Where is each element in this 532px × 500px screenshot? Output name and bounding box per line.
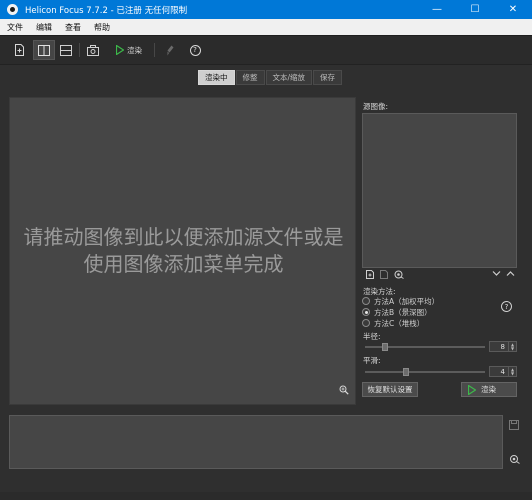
method-a-radio[interactable] (362, 297, 370, 305)
zoom-icon[interactable] (339, 385, 349, 397)
smoothing-label: 平滑: (363, 356, 381, 365)
method-b-label: 方法B（景深图） (374, 307, 432, 317)
close-button[interactable]: ✕ (494, 0, 532, 19)
tab-rendering[interactable]: 渲染中 (198, 70, 235, 85)
window-controls: — ☐ ✕ (418, 0, 532, 19)
method-c-radio[interactable] (362, 319, 370, 327)
help-icon: ? (189, 44, 201, 56)
save-log-icon[interactable] (509, 420, 519, 432)
smoothing-spinbox[interactable]: 4 ▲ ▼ (489, 366, 517, 377)
tab-save[interactable]: 保存 (313, 70, 343, 85)
window-title: Helicon Focus 7.7.2 - 已注册 无任何限制 (25, 5, 188, 16)
open-file-icon (14, 44, 24, 56)
retouch-brush-button[interactable] (161, 40, 179, 60)
output-log[interactable] (9, 415, 503, 469)
toolbar-render-label: 渲染 (127, 45, 142, 55)
method-a-label: 方法A（加权平均） (374, 296, 440, 306)
render-button[interactable]: 渲染 (461, 382, 517, 397)
add-image-icon[interactable] (366, 270, 374, 281)
menu-bar: 文件 编辑 查看 帮助 (0, 19, 532, 36)
radius-value: 8 (500, 342, 505, 351)
stacked-layout-icon (60, 44, 72, 56)
smoothing-slider-handle[interactable] (403, 368, 409, 376)
render-play-icon (116, 45, 124, 55)
smoothing-slider-track (365, 371, 485, 373)
method-c-option[interactable]: 方法C（堆栈） (362, 318, 424, 328)
radius-stepper-arrows[interactable]: ▲ ▼ (508, 342, 516, 351)
maximize-button[interactable]: ☐ (456, 0, 494, 19)
camera-button[interactable] (83, 40, 103, 60)
method-a-option[interactable]: 方法A（加权平均） (362, 296, 439, 306)
camera-icon (87, 44, 99, 56)
layout-stacked-button[interactable] (56, 40, 76, 60)
method-help-icon[interactable]: ? (501, 301, 512, 312)
menu-view[interactable]: 查看 (59, 22, 87, 33)
radius-label: 半径: (363, 332, 381, 341)
menu-file[interactable]: 文件 (1, 22, 29, 33)
source-images-toolbar (362, 270, 517, 281)
tab-text-scale[interactable]: 文本/缩放 (265, 70, 313, 85)
menu-help[interactable]: 帮助 (88, 22, 116, 33)
toolbar-divider (154, 43, 155, 57)
toolbar: 渲染 ? (0, 36, 532, 65)
smoothing-value: 4 (500, 367, 505, 376)
image-viewer[interactable]: 请推动图像到此以便添加源文件或是使用图像添加菜单完成 (9, 97, 356, 405)
radius-slider-handle[interactable] (382, 343, 388, 351)
open-file-button[interactable] (9, 40, 29, 60)
title-bar: Helicon Focus 7.7.2 - 已注册 无任何限制 — ☐ ✕ (0, 0, 532, 19)
menu-edit[interactable]: 编辑 (30, 22, 58, 33)
smoothing-stepper-arrows[interactable]: ▲ ▼ (508, 367, 516, 376)
reset-defaults-label: 恢复默认设置 (367, 385, 413, 394)
chevron-down-icon[interactable] (492, 270, 501, 279)
drop-hint: 请推动图像到此以便添加源文件或是使用图像添加菜单完成 (23, 225, 344, 276)
help-toolbar-button[interactable]: ? (186, 40, 204, 60)
mode-tabs: 渲染中 修整 文本/缩放 保存 (198, 70, 343, 85)
method-b-option[interactable]: 方法B（景深图） (362, 307, 432, 317)
render-button-label: 渲染 (481, 385, 496, 394)
status-bar (0, 492, 532, 500)
two-panel-layout-icon (38, 44, 50, 56)
method-c-label: 方法C（堆栈） (374, 318, 425, 328)
toolbar-render-button[interactable]: 渲染 (111, 40, 147, 60)
log-settings-icon[interactable] (509, 454, 520, 466)
reset-defaults-button[interactable]: 恢复默认设置 (362, 382, 418, 397)
image-settings-icon[interactable] (394, 270, 404, 281)
brush-icon (167, 45, 174, 55)
toolbar-divider (79, 43, 80, 57)
tab-retouching[interactable]: 修整 (235, 70, 265, 85)
remove-image-icon[interactable] (380, 270, 388, 281)
minimize-button[interactable]: — (418, 0, 456, 19)
radius-slider[interactable] (365, 342, 485, 352)
render-play-icon (468, 384, 476, 395)
method-b-radio[interactable] (362, 308, 370, 316)
layout-two-panel-button[interactable] (33, 40, 55, 60)
radius-spinbox[interactable]: 8 ▲ ▼ (489, 341, 517, 352)
source-images-list[interactable] (362, 113, 517, 268)
chevron-up-icon[interactable] (506, 270, 515, 279)
app-logo-icon (7, 4, 18, 15)
smoothing-slider[interactable] (365, 367, 485, 377)
source-images-label: 源图像: (363, 102, 389, 111)
